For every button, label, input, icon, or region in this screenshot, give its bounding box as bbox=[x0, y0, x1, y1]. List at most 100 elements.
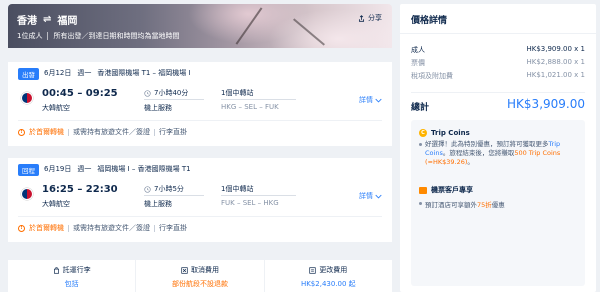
flight-card-departure: 出發 6月12日 週一 香港國際機場 T1 – 福岡機場 I 00:45 – 0… bbox=[8, 62, 392, 146]
route-banner: 香港 ⇌ 福岡 1位成人 所有出發／到達日期和時間均為當地時間 分享 bbox=[8, 4, 392, 48]
price-row-value: HK$1,021.00 x 1 bbox=[526, 71, 585, 79]
change-value: HK$2,430.00 起 bbox=[300, 280, 356, 288]
flight-route: 福岡機場 I – 香港國際機場 T1 bbox=[97, 165, 191, 173]
share-label: 分享 bbox=[368, 14, 382, 22]
flight-date-line: 6月19日 週一 福岡機場 I – 香港國際機場 T1 bbox=[44, 164, 191, 174]
clock-icon bbox=[144, 185, 151, 193]
coin-icon: C bbox=[419, 129, 427, 137]
price-row-value: HK$2,888.00 x 1 bbox=[526, 58, 585, 66]
service-baggage[interactable]: 託運行李 包括 bbox=[8, 260, 137, 292]
vip-header: 機票客戶專享 bbox=[419, 185, 473, 195]
service-cancel[interactable]: 取消費用 部份航段不設退款 bbox=[136, 260, 265, 292]
cancel-title: 取消費用 bbox=[190, 266, 219, 274]
flight-date: 6月19日 bbox=[44, 165, 72, 173]
flight-weekday: 週一 bbox=[77, 69, 92, 77]
visa-note: 或需持有旅遊文件／簽證 bbox=[73, 224, 150, 232]
share-icon bbox=[358, 14, 365, 22]
total-label: 總計 bbox=[411, 103, 430, 113]
flight-date: 6月12日 bbox=[44, 69, 72, 77]
route-subtitle: 1位成人 所有出發／到達日期和時間均為當地時間 bbox=[17, 31, 179, 41]
price-row-label: 票價 bbox=[411, 59, 425, 67]
details-button[interactable]: 詳情 bbox=[359, 191, 382, 201]
onboard-service: 機上服務 bbox=[144, 200, 172, 208]
itinerary-column: 香港 ⇌ 福岡 1位成人 所有出發／到達日期和時間均為當地時間 分享 出發 6月… bbox=[8, 4, 392, 292]
price-row-label: 稅項及附加費 bbox=[411, 72, 453, 80]
ticket-icon bbox=[419, 186, 427, 194]
stop-airports: HKG – SEL – FUK bbox=[221, 103, 279, 111]
flight-route: 香港國際機場 T1 – 福岡機場 I bbox=[97, 69, 191, 77]
flight-card-return: 回程 6月19日 週一 福岡機場 I – 香港國際機場 T1 16:25 – 2… bbox=[8, 158, 392, 242]
price-title: 價格詳情 bbox=[411, 16, 448, 26]
coins-text-e: 。 bbox=[467, 158, 474, 166]
local-time-note: 所有出發／到達日期和時間均為當地時間 bbox=[53, 32, 180, 40]
details-label: 詳情 bbox=[359, 192, 373, 200]
change-icon bbox=[309, 266, 316, 274]
transfer-warning: 於首爾轉機 bbox=[29, 128, 64, 136]
flight-weekday: 週一 bbox=[77, 165, 92, 173]
origin-city: 香港 bbox=[17, 16, 37, 27]
passenger-count: 1位成人 bbox=[17, 32, 43, 40]
warning-icon: ! bbox=[18, 128, 25, 136]
flight-duration: 7小時5分 bbox=[144, 184, 184, 194]
route-title: 香港 ⇌ 福岡 bbox=[17, 12, 77, 27]
return-tag: 回程 bbox=[18, 164, 39, 176]
airline-logo-icon bbox=[21, 188, 33, 200]
swap-icon: ⇌ bbox=[43, 14, 52, 25]
flight-notes: ! 於首爾轉機 或需持有旅遊文件／簽證 行李直掛 bbox=[18, 127, 187, 137]
details-label: 詳情 bbox=[359, 96, 373, 104]
change-title: 更改費用 bbox=[319, 266, 348, 274]
trip-coins-text: 好選擇！此為特別優惠，預訂將可獲取更多Trip Coins。旅程結束後，您將賺取… bbox=[425, 140, 579, 167]
price-column: 價格詳情 成人 HK$3,909.00 x 1 票價 HK$2,888.00 x… bbox=[400, 4, 596, 292]
rewards-box: C Trip Coins 好選擇！此為特別優惠，預訂將可獲取更多Trip Coi… bbox=[411, 120, 585, 286]
chevron-down-icon bbox=[375, 194, 382, 199]
chevron-down-icon bbox=[375, 98, 382, 103]
baggage-note: 行李直掛 bbox=[159, 224, 187, 232]
destination-city: 福岡 bbox=[57, 16, 78, 27]
duration-text: 7小時40分 bbox=[154, 89, 189, 97]
price-row-tax: 稅項及附加費 HK$1,021.00 x 1 bbox=[411, 71, 585, 81]
luggage-icon bbox=[53, 266, 59, 274]
visa-note: 或需持有旅遊文件／簽證 bbox=[73, 128, 150, 136]
duration-text: 7小時5分 bbox=[154, 185, 184, 193]
transfer-warning: 於首爾轉機 bbox=[29, 224, 64, 232]
stop-count: 1個中轉站 bbox=[221, 89, 254, 97]
vip-text: 預訂酒店可享額外75折優惠 bbox=[425, 199, 505, 209]
cancel-value: 部份航段不設退款 bbox=[171, 280, 228, 288]
details-button[interactable]: 詳情 bbox=[359, 95, 382, 105]
flight-duration: 7小時40分 bbox=[144, 88, 188, 98]
baggage-value: 包括 bbox=[64, 280, 79, 288]
carrier-name: 大韓航空 bbox=[42, 104, 70, 112]
vip-text-a: 預訂酒店可享額外 bbox=[425, 201, 477, 209]
carrier-name: 大韓航空 bbox=[42, 200, 70, 208]
flight-date-line: 6月12日 週一 香港國際機場 T1 – 福岡機場 I bbox=[44, 68, 191, 78]
price-row-value: HK$3,909.00 x 1 bbox=[526, 45, 585, 53]
price-row-adult: 成人 HK$3,909.00 x 1 bbox=[411, 45, 585, 55]
price-panel: 價格詳情 成人 HK$3,909.00 x 1 票價 HK$2,888.00 x… bbox=[400, 4, 596, 292]
trip-coins-title: Trip Coins bbox=[431, 129, 470, 137]
price-row-fare: 票價 HK$2,888.00 x 1 bbox=[411, 58, 585, 68]
flight-times: 00:45 – 09:25 bbox=[42, 88, 118, 99]
service-change[interactable]: 更改費用 HK$2,430.00 起 bbox=[265, 260, 392, 292]
share-button[interactable]: 分享 bbox=[358, 13, 382, 23]
price-row-label: 成人 bbox=[411, 46, 425, 54]
warning-icon: ! bbox=[18, 224, 25, 232]
coins-text-c: 。旅程結束後，您將賺取 bbox=[442, 149, 515, 157]
vip-discount: 75折 bbox=[477, 201, 492, 209]
departure-tag: 出發 bbox=[18, 68, 39, 80]
baggage-title: 託運行李 bbox=[62, 266, 91, 274]
fare-services: 託運行李 包括 取消費用 部份航段不設退款 更改費用 HK$2,430.00 起 bbox=[8, 260, 392, 292]
stop-airports: FUK – SEL – HKG bbox=[221, 199, 279, 207]
total-price: HK$3,909.00 bbox=[507, 97, 585, 111]
baggage-note: 行李直掛 bbox=[159, 128, 187, 136]
coins-text-a: 好選擇！此為特別優惠，預訂將可獲取更多 bbox=[425, 140, 549, 148]
clock-icon bbox=[144, 89, 151, 97]
flight-notes: ! 於首爾轉機 或需持有旅遊文件／簽證 行李直掛 bbox=[18, 223, 187, 233]
airline-logo-icon bbox=[21, 92, 33, 104]
stop-count: 1個中轉站 bbox=[221, 185, 254, 193]
flight-times: 16:25 – 22:30 bbox=[42, 184, 118, 195]
trip-coins-header: C Trip Coins bbox=[419, 129, 470, 137]
vip-text-c: 優惠 bbox=[491, 201, 505, 209]
vip-title: 機票客戶專享 bbox=[431, 186, 473, 194]
onboard-service: 機上服務 bbox=[144, 104, 172, 112]
cancel-icon bbox=[181, 266, 188, 274]
